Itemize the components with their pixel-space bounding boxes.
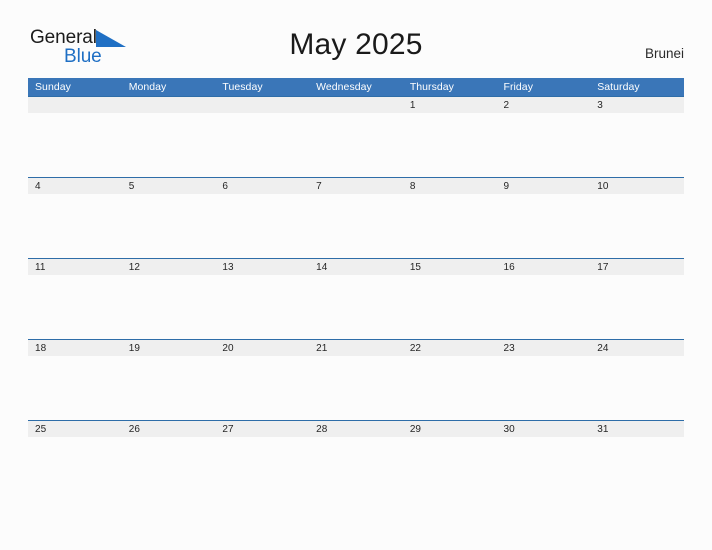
day-cell[interactable]: 29	[403, 421, 497, 437]
day-cell[interactable]: 16	[497, 259, 591, 275]
day-cell[interactable]: 19	[122, 340, 216, 356]
day-cell[interactable]: 28	[309, 421, 403, 437]
weekday-tuesday: Tuesday	[222, 81, 263, 93]
week-day-number-strip: 4 5 6 7 8 9 10	[28, 178, 684, 194]
week-event-area[interactable]	[28, 437, 684, 501]
day-cell[interactable]: 21	[309, 340, 403, 356]
weekday-sunday: Sunday	[35, 81, 71, 93]
week-event-area[interactable]	[28, 113, 684, 177]
day-cell[interactable]	[309, 97, 403, 113]
week-day-number-strip: 1 2 3	[28, 97, 684, 113]
day-cell[interactable]: 11	[28, 259, 122, 275]
day-cell[interactable]: 30	[497, 421, 591, 437]
weekday-saturday: Saturday	[597, 81, 640, 93]
week-event-area[interactable]	[28, 194, 684, 258]
weekday-friday: Friday	[503, 81, 533, 93]
page-header: General Blue May 2025 Brunei	[0, 0, 712, 76]
day-cell[interactable]: 5	[122, 178, 216, 194]
day-cell[interactable]: 31	[590, 421, 684, 437]
day-cell[interactable]	[122, 97, 216, 113]
week-row: 11 12 13 14 15 16 17	[28, 258, 684, 339]
week-row: 4 5 6 7 8 9 10	[28, 177, 684, 258]
day-cell[interactable]: 20	[215, 340, 309, 356]
week-row: 18 19 20 21 22 23 24	[28, 339, 684, 420]
week-day-number-strip: 18 19 20 21 22 23 24	[28, 340, 684, 356]
day-cell[interactable]: 4	[28, 178, 122, 194]
day-cell[interactable]: 17	[590, 259, 684, 275]
day-cell[interactable]: 22	[403, 340, 497, 356]
day-cell[interactable]: 8	[403, 178, 497, 194]
calendar-grid: Sunday Monday Tuesday Wednesday Thursday…	[28, 78, 684, 501]
week-event-area[interactable]	[28, 275, 684, 339]
country-label: Brunei	[644, 46, 684, 61]
weekday-thursday: Thursday	[409, 81, 454, 93]
weekday-wednesday: Wednesday	[316, 81, 372, 93]
day-cell[interactable]: 26	[122, 421, 216, 437]
day-cell[interactable]: 18	[28, 340, 122, 356]
day-cell[interactable]: 14	[309, 259, 403, 275]
day-cell[interactable]: 7	[309, 178, 403, 194]
week-day-number-strip: 11 12 13 14 15 16 17	[28, 259, 684, 275]
day-cell[interactable]: 23	[497, 340, 591, 356]
week-row: 1 2 3	[28, 96, 684, 177]
day-cell[interactable]: 12	[122, 259, 216, 275]
week-row: 25 26 27 28 29 30 31	[28, 420, 684, 501]
day-cell[interactable]: 9	[497, 178, 591, 194]
day-cell[interactable]: 1	[403, 97, 497, 113]
day-cell[interactable]: 6	[215, 178, 309, 194]
day-cell[interactable]	[28, 97, 122, 113]
day-cell[interactable]: 3	[590, 97, 684, 113]
day-cell[interactable]: 13	[215, 259, 309, 275]
weekday-monday: Monday	[128, 81, 167, 93]
day-cell[interactable]: 10	[590, 178, 684, 194]
day-cell[interactable]: 2	[497, 97, 591, 113]
day-cell[interactable]	[215, 97, 309, 113]
day-cell[interactable]: 27	[215, 421, 309, 437]
week-day-number-strip: 25 26 27 28 29 30 31	[28, 421, 684, 437]
day-cell[interactable]: 25	[28, 421, 122, 437]
page-title: May 2025	[289, 28, 423, 61]
day-cell[interactable]: 24	[590, 340, 684, 356]
week-event-area[interactable]	[28, 356, 684, 420]
day-cell[interactable]: 15	[403, 259, 497, 275]
weekday-header-row: Sunday Monday Tuesday Wednesday Thursday…	[28, 78, 684, 96]
